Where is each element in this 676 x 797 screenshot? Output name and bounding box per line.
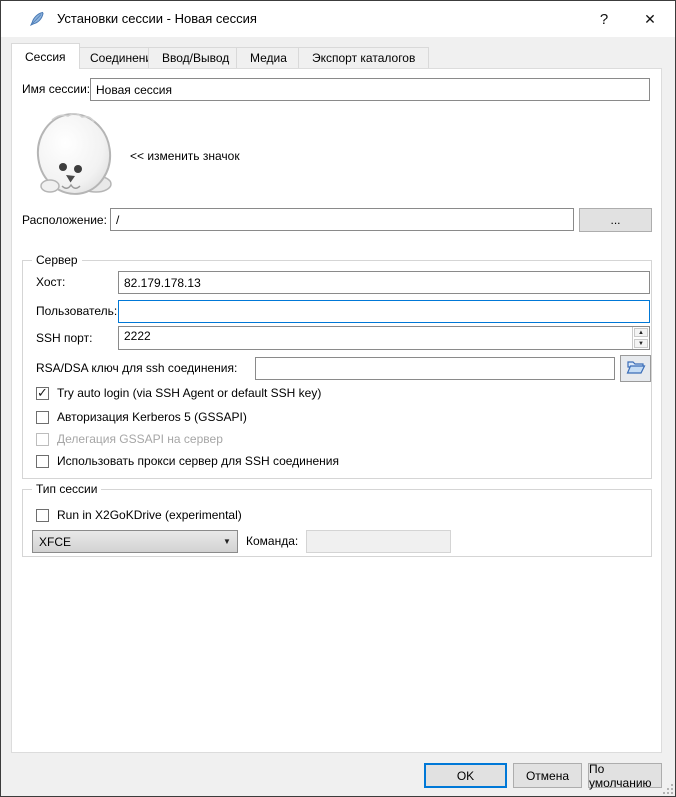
session-type-value: XFCE xyxy=(33,535,217,549)
checkbox-ssh-proxy[interactable]: Использовать прокси сервер для SSH соеди… xyxy=(36,453,339,469)
tab-media[interactable]: Медиа xyxy=(236,47,301,69)
spin-up-icon[interactable]: ▲ xyxy=(634,328,648,337)
checkbox-box xyxy=(36,411,49,424)
checkbox-x2gokdrive[interactable]: Run in X2GoKDrive (experimental) xyxy=(36,507,242,523)
ssh-key-browse-button[interactable] xyxy=(620,355,651,382)
session-tab-page: Имя сессии: xyxy=(11,68,662,753)
checkbox-label: Run in X2GoKDrive (experimental) xyxy=(57,508,242,522)
checkbox-label: Try auto login (via SSH Agent or default… xyxy=(57,386,321,400)
folder-open-icon xyxy=(626,359,646,378)
checkbox-box xyxy=(36,509,49,522)
host-input[interactable] xyxy=(118,271,650,294)
session-preferences-dialog: Установки сессии - Новая сессия ? ✕ Сесс… xyxy=(0,0,676,797)
ssh-key-input[interactable] xyxy=(255,357,615,380)
ssh-port-stepper[interactable]: 2222 ▲ ▼ xyxy=(118,326,650,350)
titlebar[interactable]: Установки сессии - Новая сессия ? ✕ xyxy=(1,1,675,37)
session-type-group: Тип сессии Run in X2GoKDrive (experiment… xyxy=(22,489,652,557)
location-browse-button[interactable]: ... xyxy=(579,208,652,232)
checkbox-label: Авторизация Kerberos 5 (GSSAPI) xyxy=(57,410,247,424)
checkbox-box xyxy=(36,433,49,446)
close-icon[interactable]: ✕ xyxy=(627,1,673,37)
tab-session[interactable]: Сессия xyxy=(11,43,80,69)
cancel-button[interactable]: Отмена xyxy=(513,763,582,788)
user-label: Пользователь: xyxy=(36,304,117,318)
help-button[interactable]: ? xyxy=(581,1,627,37)
session-name-input[interactable] xyxy=(90,78,650,101)
user-input[interactable] xyxy=(118,300,650,323)
ssh-port-label: SSH порт: xyxy=(36,331,92,345)
checkbox-label: Использовать прокси сервер для SSH соеди… xyxy=(57,454,339,468)
resize-grip[interactable] xyxy=(663,792,665,794)
checkbox-label: Делегация GSSAPI на сервер xyxy=(57,432,223,446)
checkbox-box xyxy=(36,387,49,400)
session-type-select[interactable]: XFCE ▼ xyxy=(32,530,238,553)
location-input[interactable] xyxy=(110,208,574,231)
spinner-buttons: ▲ ▼ xyxy=(632,327,649,349)
checkbox-try-auto-login[interactable]: Try auto login (via SSH Agent or default… xyxy=(36,385,321,401)
server-group: Сервер Хост: Пользователь: SSH порт: 222… xyxy=(22,260,652,479)
ssh-port-value: 2222 xyxy=(119,327,632,349)
feather-icon xyxy=(29,11,45,27)
command-label: Команда: xyxy=(246,534,298,548)
tab-folder-export[interactable]: Экспорт каталогов xyxy=(298,47,429,69)
ok-button[interactable]: OK xyxy=(424,763,507,788)
ssh-key-label: RSA/DSA ключ для ssh соединения: xyxy=(36,361,237,375)
host-label: Хост: xyxy=(36,275,65,289)
tab-input-output[interactable]: Ввод/Вывод xyxy=(148,47,243,69)
checkbox-kerberos[interactable]: Авторизация Kerberos 5 (GSSAPI) xyxy=(36,409,247,425)
window-title: Установки сессии - Новая сессия xyxy=(57,11,257,26)
defaults-button[interactable]: По умолчанию xyxy=(588,763,662,788)
server-group-title: Сервер xyxy=(32,253,82,267)
checkbox-box xyxy=(36,455,49,468)
session-type-group-title: Тип сессии xyxy=(32,482,101,496)
chevron-down-icon: ▼ xyxy=(217,537,237,546)
change-icon-hint: << изменить значок xyxy=(130,149,240,163)
seal-icon[interactable] xyxy=(32,110,120,198)
checkbox-gssapi-delegation: Делегация GSSAPI на сервер xyxy=(36,431,223,447)
command-input xyxy=(306,530,451,553)
spin-down-icon[interactable]: ▼ xyxy=(634,339,648,348)
location-label: Расположение: xyxy=(22,213,107,227)
session-name-label: Имя сессии: xyxy=(22,82,90,96)
